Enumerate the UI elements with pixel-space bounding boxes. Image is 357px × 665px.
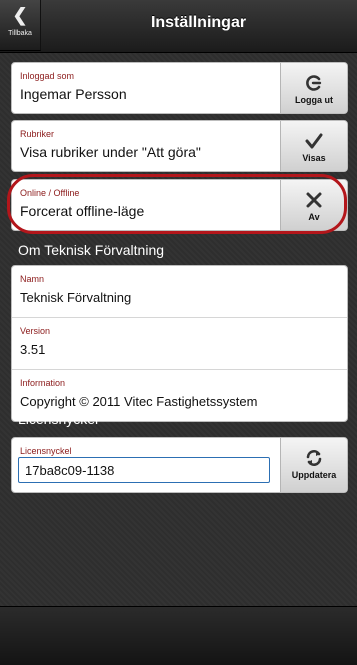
license-label: Licensnyckel — [20, 446, 72, 456]
login-value: Ingemar Persson — [20, 86, 127, 102]
update-label: Uppdatera — [291, 470, 337, 480]
headings-value: Visa rubriker under "Att göra" — [20, 144, 201, 160]
offline-toggle-button[interactable]: Av — [280, 180, 347, 230]
license-key-input[interactable] — [18, 457, 270, 483]
page-title: Inställningar — [150, 14, 247, 31]
about-row-label: Namn — [20, 274, 45, 284]
online-offline-card: Online / Offline Forcerat offline-läge A… — [11, 179, 348, 231]
show-headings-button[interactable]: Visas — [280, 121, 347, 171]
chevron-left-icon: ❮ — [12, 5, 28, 25]
about-row-value: Copyright © 2011 Vitec Fastighetssystem — [20, 394, 258, 409]
offline-toggle-label: Av — [308, 212, 320, 222]
about-group: Namn Teknisk Förvaltning Version 3.51 In… — [11, 265, 348, 422]
update-button[interactable]: Uppdatera — [280, 438, 347, 492]
x-icon — [306, 192, 322, 208]
top-bar: ❮ Tillbaka Inställningar — [0, 0, 357, 53]
headings-card: Rubriker Visa rubriker under "Att göra" … — [11, 120, 348, 172]
back-label: Tillbaka — [8, 30, 32, 37]
login-label: Inloggad som — [20, 71, 75, 81]
login-card: Inloggad som Ingemar Persson Logga ut — [11, 62, 348, 114]
check-icon — [305, 133, 323, 149]
online-offline-value: Forcerat offline-läge — [20, 203, 145, 219]
about-row-label: Information — [20, 378, 66, 388]
logout-label: Logga ut — [295, 95, 333, 105]
about-heading: Om Teknisk Förvaltning — [18, 242, 165, 258]
about-row-name: Namn Teknisk Förvaltning — [12, 266, 347, 318]
back-button[interactable]: ❮ Tillbaka — [0, 0, 41, 51]
about-row-version: Version 3.51 — [12, 318, 347, 370]
license-heading: Licensnyckel — [18, 411, 99, 427]
about-row-label: Version — [20, 326, 51, 336]
logout-icon — [306, 75, 322, 91]
logout-button[interactable]: Logga ut — [280, 63, 347, 113]
show-headings-label: Visas — [302, 153, 326, 163]
headings-label: Rubriker — [20, 129, 55, 139]
bottom-bar — [0, 606, 357, 665]
about-row-value: 3.51 — [20, 342, 46, 357]
license-card: Licensnyckel Uppdatera — [11, 437, 348, 493]
online-offline-label: Online / Offline — [20, 188, 80, 198]
about-row-value: Teknisk Förvaltning — [20, 290, 132, 305]
refresh-icon — [306, 450, 322, 466]
